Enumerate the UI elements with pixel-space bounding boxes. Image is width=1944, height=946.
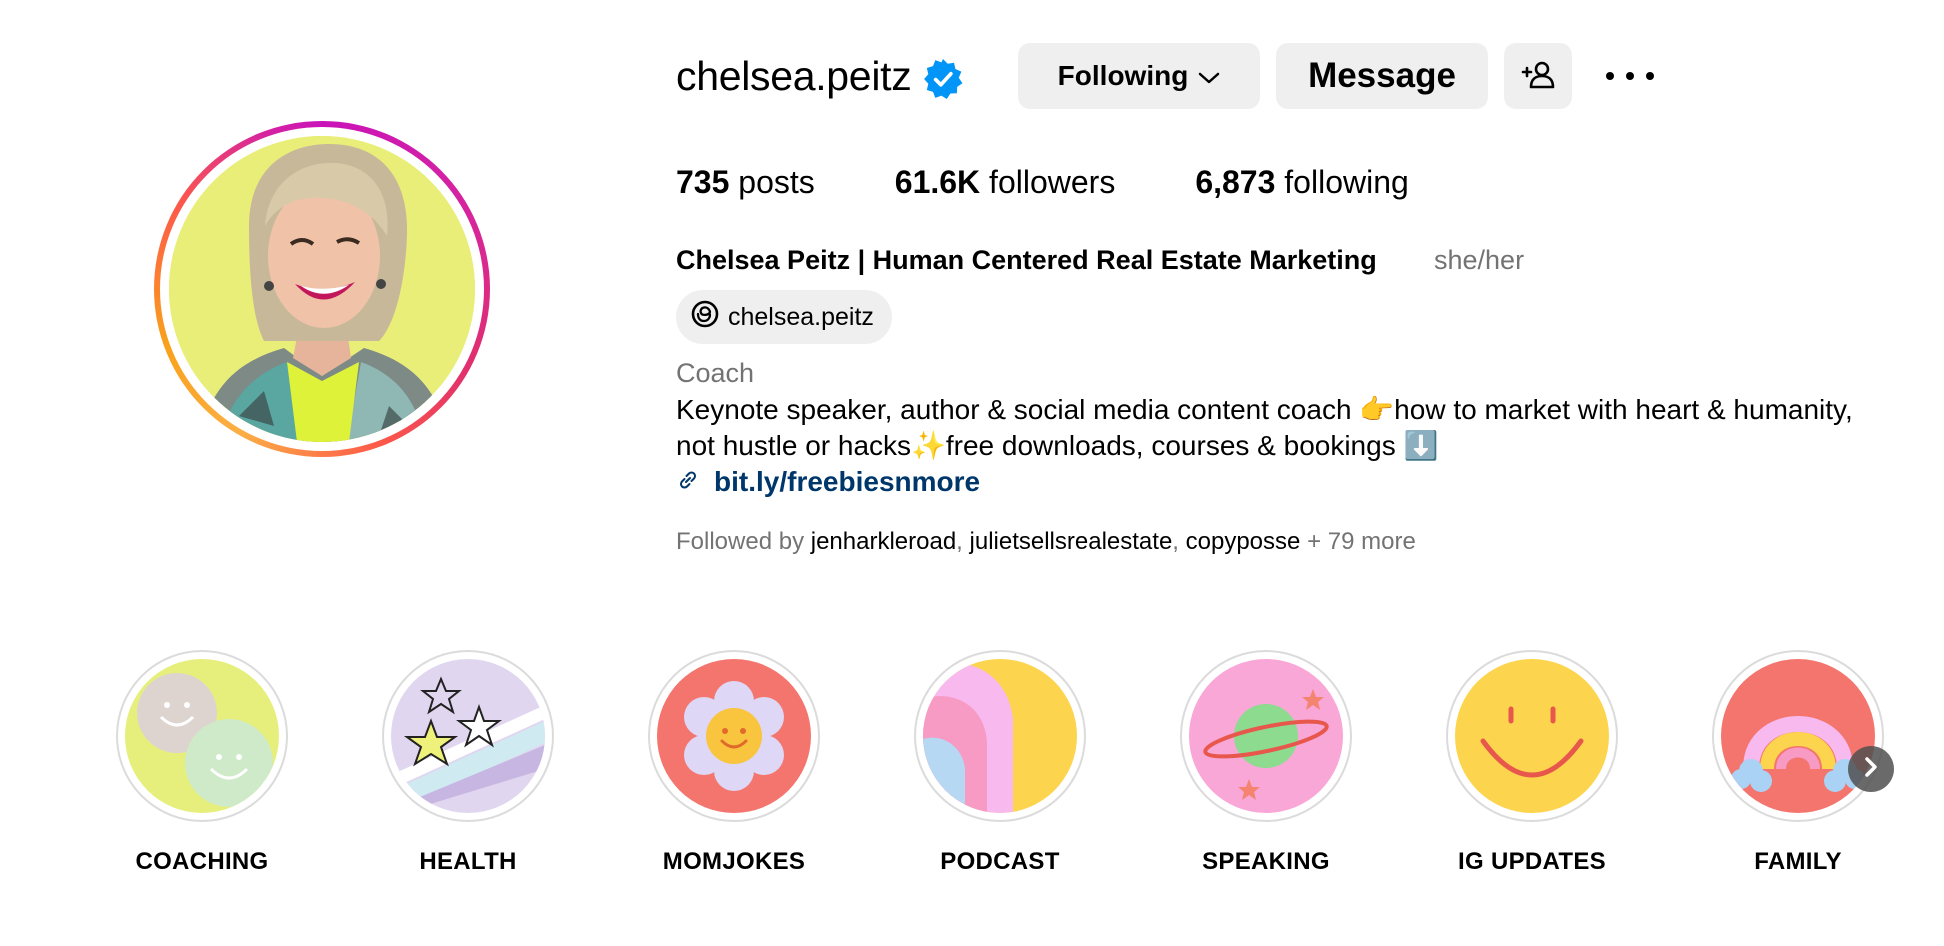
posts-label: posts xyxy=(738,164,815,200)
more-options-icon[interactable] xyxy=(1606,62,1654,90)
highlight-label: MOMJOKES xyxy=(662,848,806,875)
threads-icon xyxy=(690,299,720,336)
bio-line: not hustle or hacks✨free downloads, cour… xyxy=(676,430,1439,461)
following-count: 6,873 xyxy=(1195,164,1276,200)
highlight-label: SPEAKING xyxy=(1202,848,1330,875)
threads-badge[interactable]: chelsea.peitz xyxy=(676,290,892,344)
verified-badge-icon xyxy=(922,58,964,100)
highlight-label: IG UPDATES xyxy=(1458,848,1606,875)
following-label: following xyxy=(1284,164,1409,200)
posts-stat: 735 posts xyxy=(676,164,815,201)
highlight-coaching[interactable] xyxy=(116,650,288,822)
highlight-ig-updates[interactable] xyxy=(1446,650,1618,822)
following-button[interactable]: Following xyxy=(1018,43,1260,109)
profile-category: Coach xyxy=(676,358,755,388)
threads-handle: chelsea.peitz xyxy=(728,302,874,331)
profile-bio: Keynote speaker, author & social media c… xyxy=(676,392,1916,464)
link-text[interactable]: bit.ly/freebiesnmore xyxy=(714,466,980,498)
chevron-down-icon xyxy=(1198,60,1220,92)
followed-by-prefix: Followed by xyxy=(676,528,805,555)
highlight-speaking[interactable] xyxy=(1180,650,1352,822)
profile-link[interactable]: bit.ly/freebiesnmore xyxy=(676,466,980,498)
follower-name[interactable]: jenharkleroad xyxy=(811,528,956,555)
avatar-photo xyxy=(169,136,475,442)
followers-count: 61.6K xyxy=(894,164,981,200)
highlight-cover xyxy=(125,659,279,813)
profile-stats: 735 posts 61.6K followers 6,873 followin… xyxy=(676,164,1489,201)
highlight-label: COACHING xyxy=(135,848,269,875)
bio-line: Keynote speaker, author & social media c… xyxy=(676,394,1853,425)
message-button[interactable]: Message xyxy=(1276,43,1488,109)
highlight-health[interactable] xyxy=(382,650,554,822)
highlight-cover xyxy=(1455,659,1609,813)
follower-name[interactable]: julietsellsrealestate xyxy=(970,528,1173,555)
highlight-cover xyxy=(1189,659,1343,813)
profile-username: chelsea.peitz xyxy=(676,53,912,99)
followed-by-more[interactable]: + 79 more xyxy=(1307,528,1416,555)
profile-full-name: Chelsea Peitz | Human Centered Real Esta… xyxy=(676,245,1377,275)
highlight-momjokes[interactable] xyxy=(648,650,820,822)
posts-count: 735 xyxy=(676,164,730,200)
followers-stat[interactable]: 61.6K followers xyxy=(895,164,1116,201)
follower-name[interactable]: copyposse xyxy=(1186,528,1301,555)
highlight-cover xyxy=(923,659,1077,813)
highlight-cover xyxy=(657,659,811,813)
highlight-family[interactable] xyxy=(1712,650,1884,822)
highlight-podcast[interactable] xyxy=(914,650,1086,822)
chevron-right-icon xyxy=(1862,756,1880,783)
profile-pronouns: she/her xyxy=(1434,245,1525,275)
link-icon xyxy=(676,468,700,497)
suggest-users-button[interactable] xyxy=(1504,43,1572,109)
highlight-label: HEALTH xyxy=(419,848,517,875)
highlights-next-button[interactable] xyxy=(1848,746,1894,792)
following-stat[interactable]: 6,873 following xyxy=(1195,164,1408,201)
following-label: Following xyxy=(1057,60,1189,91)
highlight-label: FAMILY xyxy=(1754,848,1842,875)
highlight-cover xyxy=(1721,659,1875,813)
followers-label: followers xyxy=(989,164,1116,200)
add-user-icon xyxy=(1521,60,1555,93)
highlight-cover xyxy=(391,659,545,813)
highlight-label: PODCAST xyxy=(940,848,1060,875)
followed-by[interactable]: Followed by jenharkleroad, julietsellsre… xyxy=(676,528,1416,556)
profile-avatar[interactable] xyxy=(154,121,490,457)
